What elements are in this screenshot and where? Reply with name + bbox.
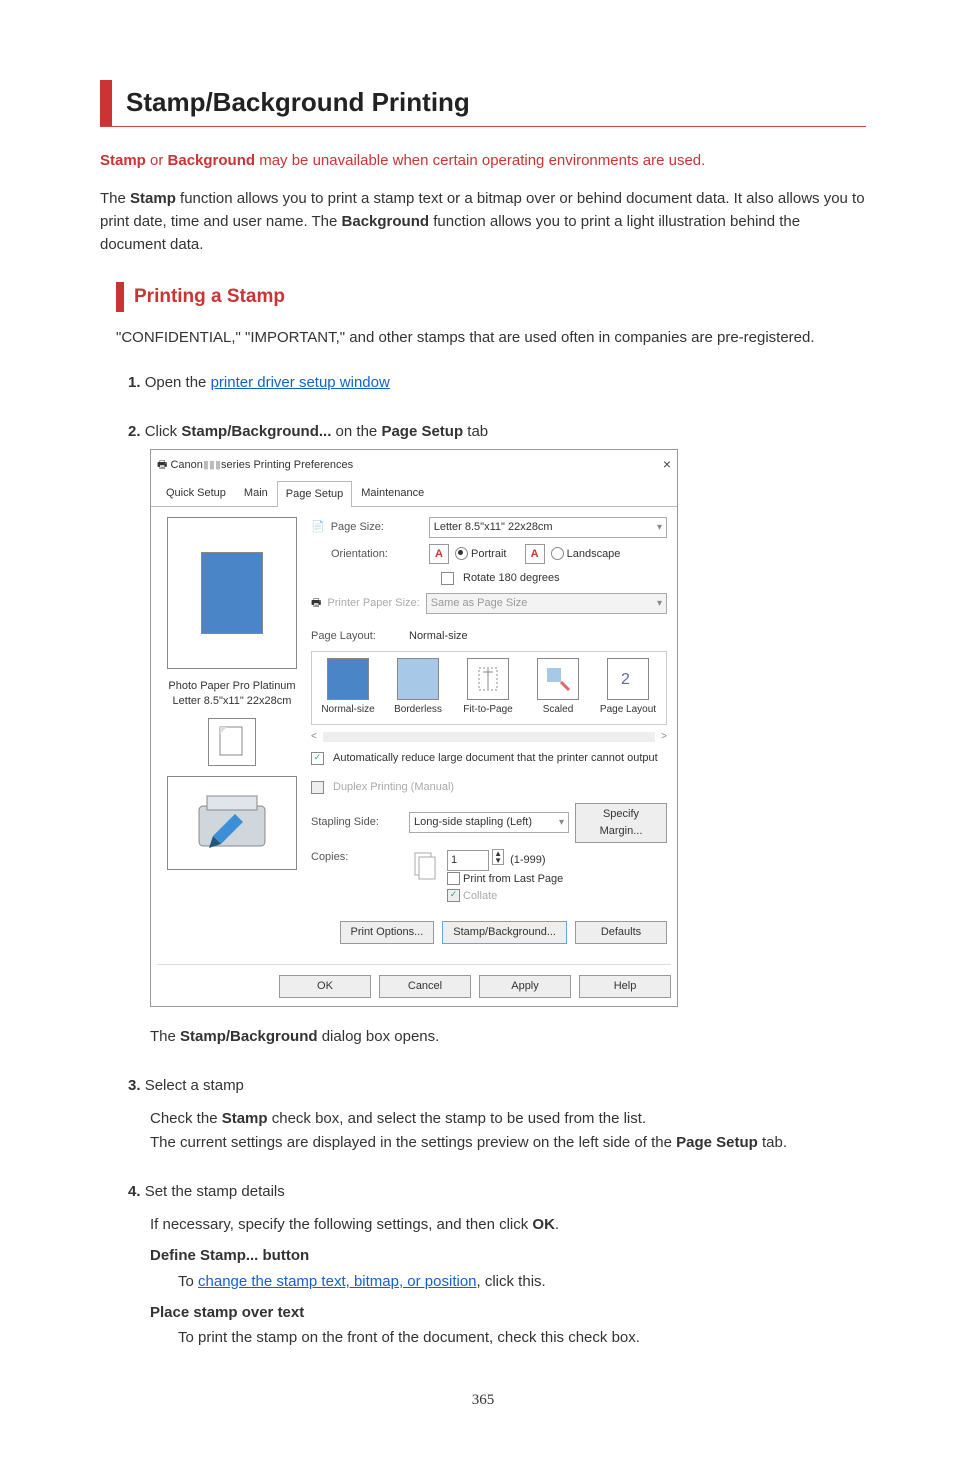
copies-icon: [409, 849, 441, 881]
duplex-checkbox: [311, 781, 324, 794]
define-stamp-desc: To change the stamp text, bitmap, or pos…: [178, 1270, 866, 1293]
layout-borderless[interactable]: Borderless: [388, 658, 448, 718]
chevron-down-icon: ▾: [657, 596, 662, 612]
printer-icon: 🖶: [157, 457, 167, 474]
landscape-icon: A: [525, 544, 545, 564]
define-stamp-term: Define Stamp... button: [150, 1244, 866, 1267]
scroll-left-icon[interactable]: <: [311, 729, 317, 745]
section-heading: Printing a Stamp: [134, 282, 866, 311]
copies-spinner[interactable]: 1: [447, 850, 489, 871]
stapling-label: Stapling Side:: [311, 814, 403, 831]
tab-maintenance[interactable]: Maintenance: [352, 480, 433, 506]
chevron-down-icon: ▾: [657, 520, 662, 536]
printer-driver-link[interactable]: printer driver setup window: [211, 374, 390, 391]
rotate-checkbox[interactable]: [441, 572, 454, 585]
svg-text:2: 2: [621, 671, 630, 688]
page-layout-label: Page Layout:: [311, 628, 403, 645]
layout-scaled[interactable]: Scaled: [528, 658, 588, 718]
step-2-result: The Stamp/Background dialog box opens.: [150, 1025, 866, 1048]
section-intro: "CONFIDENTIAL," "IMPORTANT," and other s…: [116, 326, 866, 349]
print-preferences-dialog: 🖶 Canon ▮▮▮ series Printing Preferences …: [150, 449, 678, 1006]
settings-preview: [167, 517, 297, 669]
printer-size-icon: 🖶: [311, 595, 321, 612]
layout-normal[interactable]: Normal-size: [318, 658, 378, 718]
specify-margin-button[interactable]: Specify Margin...: [575, 803, 667, 843]
collate-checkbox: [447, 889, 460, 902]
layout-pagelayout[interactable]: 2Page Layout: [598, 658, 658, 718]
dialog-titlebar: 🖶 Canon ▮▮▮ series Printing Preferences …: [151, 450, 677, 480]
page-layout-picker[interactable]: Normal-size Borderless Fit-to-Page Scale…: [311, 651, 667, 725]
print-options-button[interactable]: Print Options...: [340, 921, 435, 944]
cancel-button[interactable]: Cancel: [379, 975, 471, 998]
autoreduce-checkbox[interactable]: [311, 752, 324, 765]
copies-label: Copies:: [311, 849, 403, 866]
page-size-label: Page Size:: [331, 519, 423, 536]
stapling-select[interactable]: Long-side stapling (Left)▾: [409, 812, 569, 833]
page-title: Stamp/Background Printing: [126, 82, 866, 122]
step-4: 4. Set the stamp details If necessary, s…: [128, 1180, 866, 1350]
step-2: 2. Click Stamp/Background... on the Page…: [128, 420, 866, 1048]
dialog-tabs: Quick Setup Main Page Setup Maintenance: [151, 480, 677, 507]
close-icon[interactable]: ×: [663, 454, 671, 476]
page-number: 365: [100, 1389, 866, 1412]
spinner-arrows-icon[interactable]: ▲▼: [492, 849, 504, 865]
printer-illustration: [167, 776, 297, 870]
printer-paper-size-select: Same as Page Size▾: [426, 593, 667, 614]
portrait-radio[interactable]: [455, 547, 468, 560]
page-size-icon: 📄: [311, 519, 325, 536]
scroll-right-icon[interactable]: >: [661, 729, 667, 745]
printer-paper-size-label: Printer Paper Size:: [327, 595, 419, 612]
orientation-label: Orientation:: [331, 546, 423, 563]
step-number: 1.: [128, 374, 141, 391]
page-size-select[interactable]: Letter 8.5"x11" 22x28cm▾: [429, 517, 667, 538]
landscape-radio[interactable]: [551, 547, 564, 560]
help-button[interactable]: Help: [579, 975, 671, 998]
availability-note: Stamp or Background may be unavailable w…: [100, 149, 866, 172]
preview-caption: Photo Paper Pro Platinum Letter 8.5"x11"…: [168, 679, 295, 708]
defaults-button[interactable]: Defaults: [575, 921, 667, 944]
change-stamp-link[interactable]: change the stamp text, bitmap, or positi…: [198, 1273, 477, 1290]
step-number: 2.: [128, 423, 141, 440]
tab-main[interactable]: Main: [235, 480, 277, 506]
portrait-icon: A: [429, 544, 449, 564]
apply-button[interactable]: Apply: [479, 975, 571, 998]
print-last-checkbox[interactable]: [447, 872, 460, 885]
chevron-down-icon: ▾: [559, 815, 564, 831]
tab-page-setup[interactable]: Page Setup: [277, 481, 353, 507]
step-number: 3.: [128, 1077, 141, 1094]
stamp-background-button[interactable]: Stamp/Background...: [442, 921, 567, 944]
page-icon: [208, 718, 256, 766]
step-3: 3. Select a stamp Check the Stamp check …: [128, 1074, 866, 1154]
step-1: 1. Open the printer driver setup window: [128, 371, 866, 394]
intro-paragraph: The Stamp function allows you to print a…: [100, 187, 866, 257]
place-over-text-term: Place stamp over text: [150, 1301, 866, 1324]
layout-fit[interactable]: Fit-to-Page: [458, 658, 518, 718]
step-number: 4.: [128, 1183, 141, 1200]
place-over-text-desc: To print the stamp on the front of the d…: [178, 1326, 866, 1349]
ok-button[interactable]: OK: [279, 975, 371, 998]
tab-quick-setup[interactable]: Quick Setup: [157, 480, 235, 506]
